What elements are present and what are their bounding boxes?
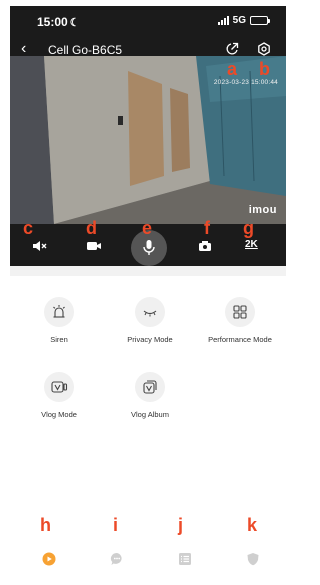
feature-label: Vlog Album xyxy=(131,410,169,419)
play-icon[interactable] xyxy=(42,552,56,566)
feature-siren[interactable]: Siren xyxy=(14,297,104,344)
marker-k: k xyxy=(247,515,258,535)
resolution-toggle[interactable]: 2K xyxy=(245,239,258,250)
marker-i: i xyxy=(113,515,119,535)
status-time: 15:00 xyxy=(37,15,68,29)
marker-f: f xyxy=(204,218,210,238)
vlog-camera-icon xyxy=(44,372,74,402)
marker-e: e xyxy=(142,218,153,238)
shield-icon[interactable] xyxy=(246,552,260,566)
record-video-icon[interactable] xyxy=(86,240,102,252)
marker-g: g xyxy=(243,218,254,238)
mute-icon[interactable] xyxy=(32,240,48,252)
back-icon[interactable]: ‹ xyxy=(21,41,26,57)
feature-label: Performance Mode xyxy=(208,335,272,344)
closed-eye-icon xyxy=(135,297,165,327)
grid-icon xyxy=(225,297,255,327)
feature-privacy-mode[interactable]: Privacy Mode xyxy=(105,297,195,344)
feature-performance-mode[interactable]: Performance Mode xyxy=(195,297,285,344)
feature-label: Vlog Mode xyxy=(41,410,77,419)
message-icon[interactable] xyxy=(110,552,124,566)
live-video-feed[interactable]: 2023-03-23 15:00:44 imou xyxy=(10,56,286,224)
moon-icon: ☾ xyxy=(69,17,80,29)
snapshot-icon[interactable] xyxy=(198,240,212,252)
network-label: 5G xyxy=(232,15,246,26)
marker-c: c xyxy=(23,218,34,238)
battery-icon xyxy=(250,16,270,25)
share-icon[interactable] xyxy=(225,42,239,56)
siren-icon xyxy=(44,297,74,327)
marker-a: a xyxy=(227,59,238,79)
vlog-album-icon xyxy=(135,372,165,402)
status-bar: 15:00 ☾ 5G xyxy=(10,6,286,34)
feature-vlog-mode[interactable]: Vlog Mode xyxy=(14,372,104,419)
feature-label: Siren xyxy=(50,335,68,344)
marker-h: h xyxy=(40,515,51,535)
list-icon[interactable] xyxy=(178,552,192,566)
video-timestamp: 2023-03-23 15:00:44 xyxy=(213,79,278,86)
imou-logo: imou xyxy=(248,204,277,216)
section-divider xyxy=(10,266,286,276)
marker-j: j xyxy=(178,515,184,535)
bottom-tab-bar xyxy=(10,545,286,575)
marker-d: d xyxy=(86,218,97,238)
marker-b: b xyxy=(259,59,270,79)
settings-icon[interactable] xyxy=(257,42,271,56)
microphone-icon xyxy=(143,240,155,255)
feature-vlog-album[interactable]: Vlog Album xyxy=(105,372,195,419)
feature-label: Privacy Mode xyxy=(127,335,173,344)
signal-icon xyxy=(217,16,229,25)
device-title: Cell Go-B6C5 xyxy=(48,43,123,57)
